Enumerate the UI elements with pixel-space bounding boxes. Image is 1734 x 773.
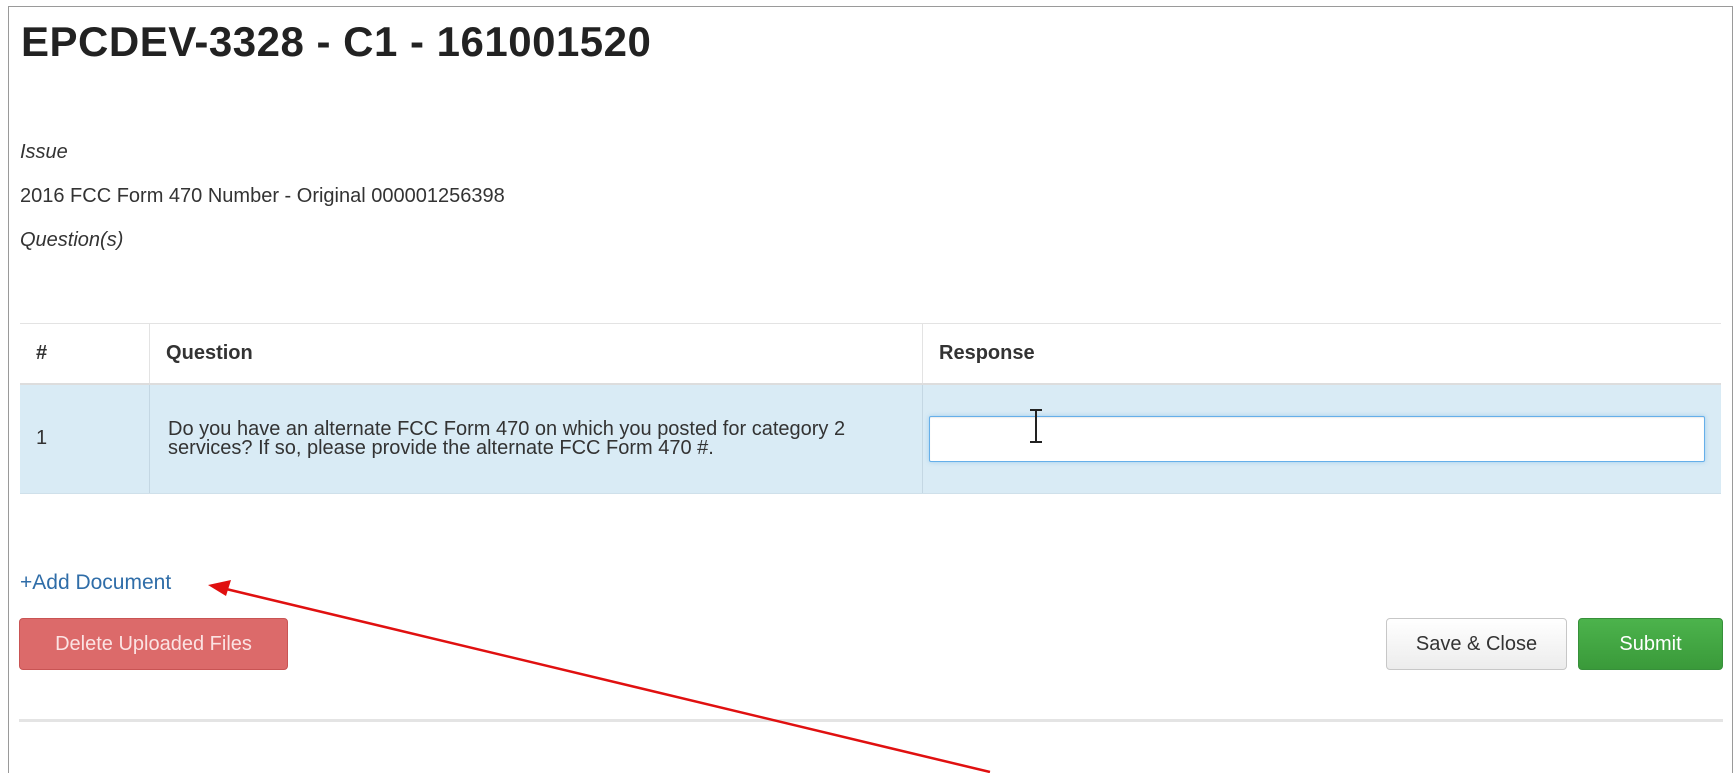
i-beam-cursor-icon (1030, 409, 1042, 443)
table-row: 1 Do you have an alternate FCC Form 470 … (20, 383, 1721, 494)
question-cell: Do you have an alternate FCC Form 470 on… (149, 383, 923, 494)
divider (19, 719, 1723, 722)
submit-button[interactable]: Submit (1578, 618, 1723, 670)
column-header-question: Question (149, 323, 923, 385)
row-number: 1 (20, 383, 150, 494)
add-document-link[interactable]: +Add Document (20, 571, 171, 595)
column-header-number: # (20, 323, 150, 385)
questions-table: # Question Response 1 Do you have an alt… (20, 323, 1721, 494)
issue-label: Issue (20, 141, 68, 163)
save-close-button[interactable]: Save & Close (1386, 618, 1567, 670)
question-text: Do you have an alternate FCC Form 470 on… (168, 417, 846, 459)
column-header-response: Response (922, 323, 1721, 385)
page-title: EPCDEV-3328 - C1 - 161001520 (21, 18, 652, 65)
response-input[interactable] (929, 415, 1705, 462)
questions-label: Question(s) (20, 229, 124, 251)
table-header-row: # Question Response (20, 323, 1721, 385)
delete-uploaded-files-button[interactable]: Delete Uploaded Files (19, 618, 288, 670)
issue-text: 2016 FCC Form 470 Number - Original 0000… (20, 185, 505, 207)
